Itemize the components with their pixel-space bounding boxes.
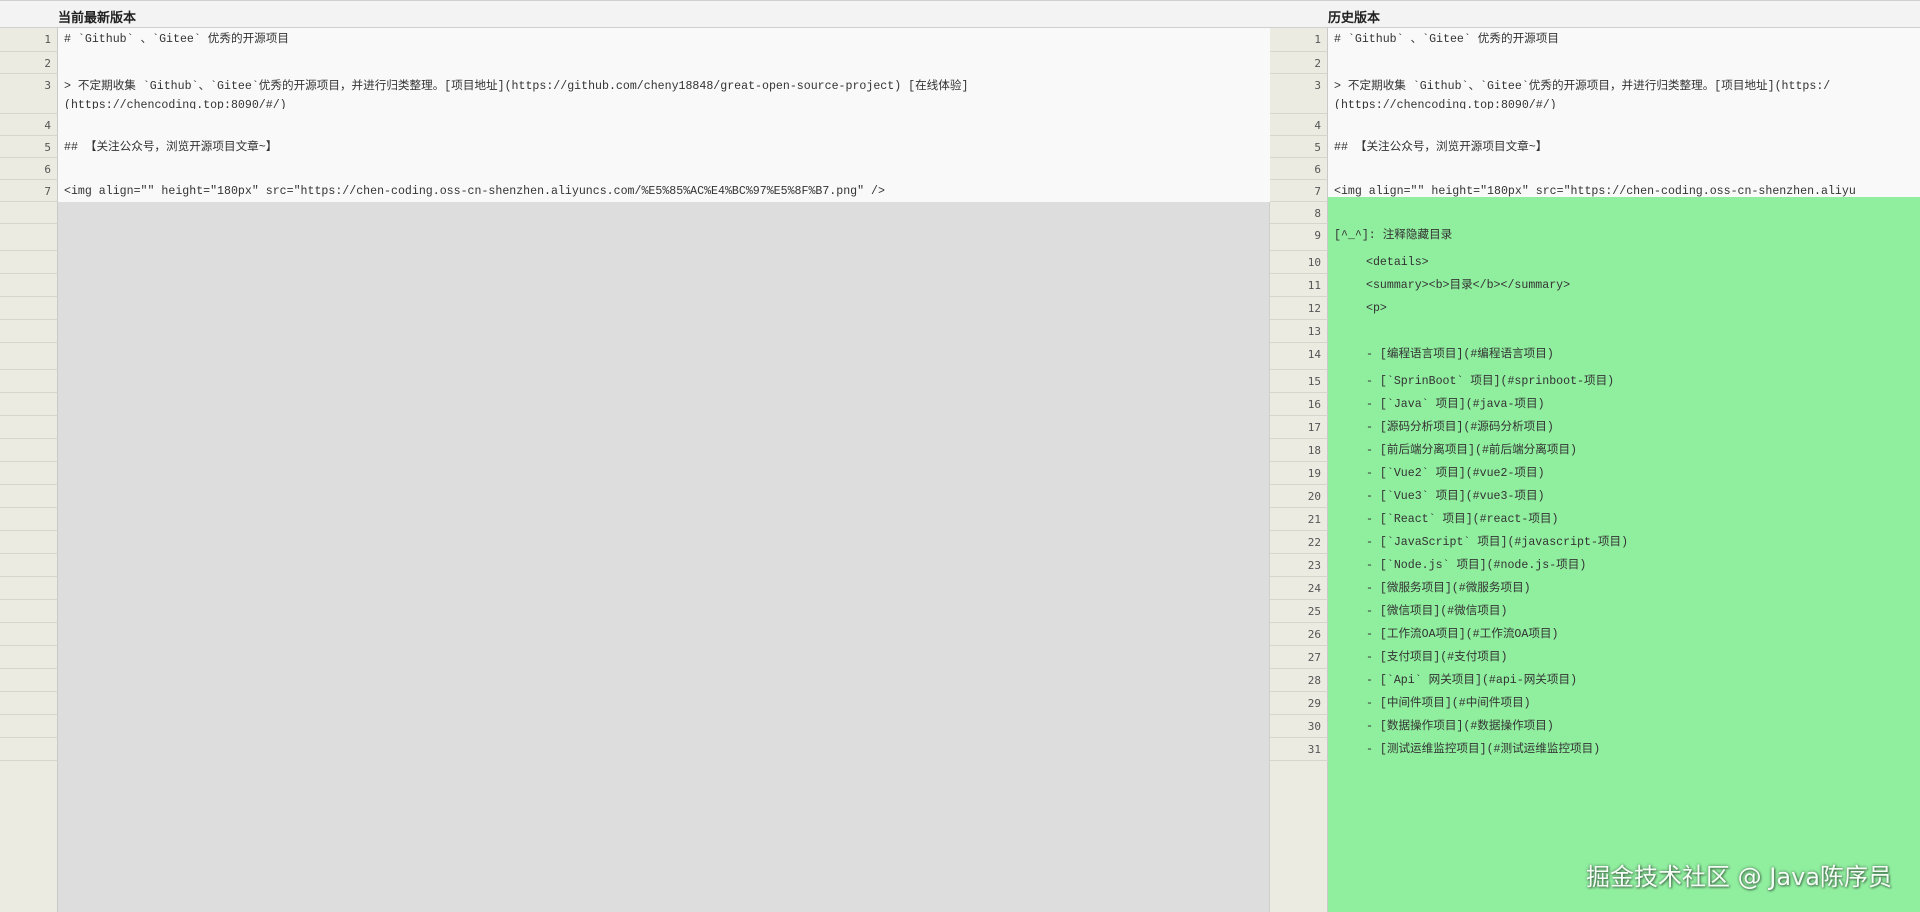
- line-number: 24: [1270, 577, 1328, 600]
- code-line[interactable]: > 不定期收集 `Github`、`Gitee`优秀的开源项目，并进行归类整理。…: [1328, 74, 1920, 114]
- line-number: [0, 646, 58, 669]
- line-number: 3: [0, 74, 58, 114]
- line-number: 28: [1270, 669, 1328, 692]
- line-number: 2: [1270, 52, 1328, 74]
- watermark: 掘金技术社区 @ Java陈序员: [1586, 863, 1892, 891]
- line-number: 13: [1270, 320, 1328, 343]
- line-number: 31: [1270, 738, 1328, 761]
- line-number: 27: [1270, 646, 1328, 669]
- line-number: [0, 692, 58, 715]
- line-number: 16: [1270, 393, 1328, 416]
- line-number: 10: [1270, 251, 1328, 274]
- code-line[interactable]: - [测试运维监控项目](#测试运维监控项目): [1328, 733, 1920, 761]
- line-number: 26: [1270, 623, 1328, 646]
- line-number: 4: [0, 114, 58, 136]
- line-number: 19: [1270, 462, 1328, 485]
- line-number: [0, 508, 58, 531]
- line-number: [0, 738, 58, 761]
- line-number: 6: [0, 158, 58, 180]
- line-number: 3: [1270, 74, 1328, 114]
- history-version-title: 历史版本: [1328, 10, 1381, 25]
- diff-viewer: 当前最新版本 历史版本 1 # `Github` 、`Gitee` 优秀的开源项目…: [0, 0, 1920, 912]
- line-number: 7: [0, 180, 58, 202]
- line-number: 23: [1270, 554, 1328, 577]
- code-line[interactable]: > 不定期收集 `Github`、`Gitee`优秀的开源项目，并进行归类整理。…: [58, 74, 1270, 114]
- code-line[interactable]: [1328, 47, 1920, 74]
- line-number: [0, 274, 58, 297]
- line-number: 8: [1270, 202, 1328, 224]
- line-number: [0, 224, 58, 251]
- current-version-title: 当前最新版本: [58, 10, 137, 25]
- line-number: 5: [1270, 136, 1328, 158]
- line-number: [0, 623, 58, 646]
- line-number: 14: [1270, 343, 1328, 370]
- line-number: 1: [0, 28, 58, 52]
- code-line[interactable]: [58, 733, 1270, 761]
- line-number: 2: [0, 52, 58, 74]
- line-number: 15: [1270, 370, 1328, 393]
- line-number: [0, 577, 58, 600]
- line-number: 4: [1270, 114, 1328, 136]
- line-number: [0, 531, 58, 554]
- current-version-pane[interactable]: 1 # `Github` 、`Gitee` 优秀的开源项目 2 3 > 不定期收集 `G…: [0, 28, 1270, 912]
- line-number: [0, 600, 58, 623]
- line-number: [0, 251, 58, 274]
- line-number: 29: [1270, 692, 1328, 715]
- history-version-pane[interactable]: 1 # `Github` 、`Gitee` 优秀的开源项目 2 3 > 不定期收集 `G…: [1270, 28, 1920, 912]
- line-number: 21: [1270, 508, 1328, 531]
- line-number: 17: [1270, 416, 1328, 439]
- line-number: [0, 202, 58, 224]
- diff-row: 2: [1270, 47, 1920, 74]
- line-number: [0, 393, 58, 416]
- line-number: 5: [0, 136, 58, 158]
- line-number: 22: [1270, 531, 1328, 554]
- line-number: [0, 669, 58, 692]
- diff-row: 2: [0, 47, 1270, 74]
- line-number: 20: [1270, 485, 1328, 508]
- line-number: [0, 485, 58, 508]
- line-number: [0, 343, 58, 370]
- code-line[interactable]: [58, 47, 1270, 74]
- line-number: [0, 297, 58, 320]
- line-number: [0, 554, 58, 577]
- line-number: [0, 416, 58, 439]
- line-number: [0, 370, 58, 393]
- line-number: 30: [1270, 715, 1328, 738]
- line-number: [0, 715, 58, 738]
- line-number: [0, 320, 58, 343]
- line-number: 12: [1270, 297, 1328, 320]
- line-number: 11: [1270, 274, 1328, 297]
- line-number: 6: [1270, 158, 1328, 180]
- diff-header: 当前最新版本 历史版本: [0, 0, 1920, 28]
- line-number: 7: [1270, 180, 1328, 202]
- line-number: [0, 462, 58, 485]
- line-number: 25: [1270, 600, 1328, 623]
- line-number: [0, 439, 58, 462]
- diff-row: [0, 738, 1270, 761]
- diff-row: 3 > 不定期收集 `Github`、`Gitee`优秀的开源项目，并进行归类整理…: [1270, 74, 1920, 114]
- line-number: 18: [1270, 439, 1328, 462]
- diff-row: 31- [测试运维监控项目](#测试运维监控项目): [1270, 733, 1920, 761]
- line-number: 9: [1270, 224, 1328, 251]
- diff-row: 3 > 不定期收集 `Github`、`Gitee`优秀的开源项目，并进行归类整理…: [0, 74, 1270, 114]
- line-number: 1: [1270, 28, 1328, 52]
